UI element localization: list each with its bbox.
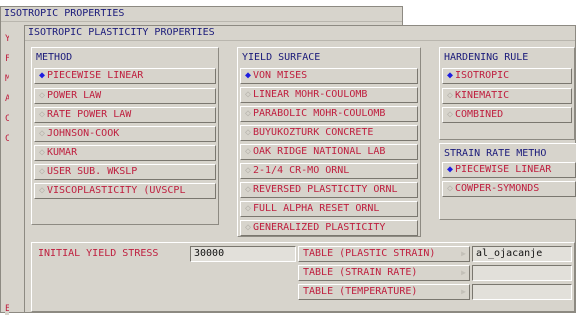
option-label: USER SUB. WKSLP: [47, 166, 138, 177]
hardening-rule-group: HARDENING RULE ◆ ISOTROPIC ◇ KINEMATIC ◇ CO…: [439, 47, 575, 140]
option-label: OAK RIDGE NATIONAL LAB: [253, 146, 386, 157]
radio-unselected-icon: ◇: [244, 146, 252, 157]
yield-option-generalized-plasticity[interactable]: ◇ GENERALIZED PLASTICITY: [240, 220, 418, 236]
back-edge-letter[interactable]: M: [5, 73, 9, 85]
radio-unselected-icon: ◇: [446, 183, 454, 194]
yield-surface-header: YIELD SURFACE: [242, 52, 321, 63]
strain-rate-option-piecewise-linear[interactable]: ◆ PIECEWISE LINEAR: [442, 162, 576, 178]
yield-option-oak-ridge[interactable]: ◇ OAK RIDGE NATIONAL LAB: [240, 144, 418, 160]
radio-unselected-icon: ◇: [38, 185, 46, 196]
method-option-kumar[interactable]: ◇ KUMAR: [34, 145, 216, 161]
table-strain-rate-button[interactable]: TABLE (STRAIN RATE) ▶: [298, 265, 470, 281]
method-option-viscoplasticity[interactable]: ◇ VISCOPLASTICITY (UVSCPL: [34, 183, 216, 199]
radio-selected-icon: ◆: [446, 164, 454, 175]
radio-unselected-icon: ◇: [244, 108, 252, 119]
option-label: PIECEWISE LINEAR: [47, 70, 144, 81]
radio-selected-icon: ◆: [244, 70, 252, 81]
table-strain-rate-field[interactable]: [472, 265, 572, 281]
option-label: PIECEWISE LINEAR: [455, 164, 552, 175]
radio-unselected-icon: ◇: [244, 89, 252, 100]
option-label: FULL ALPHA RESET ORNL: [253, 203, 380, 214]
strain-rate-method-header: STRAIN RATE METHO: [444, 148, 547, 159]
yield-option-parabolic-mohr-coulomb[interactable]: ◇ PARABOLIC MOHR-COULOMB: [240, 106, 418, 122]
back-edge-letter[interactable]: C: [5, 113, 9, 125]
hardening-option-kinematic[interactable]: ◇ KINEMATIC: [442, 88, 572, 104]
radio-unselected-icon: ◇: [38, 166, 46, 177]
radio-selected-icon: ◆: [446, 70, 454, 81]
triangle-right-icon: ▶: [461, 268, 466, 277]
radio-unselected-icon: ◇: [244, 127, 252, 138]
radio-unselected-icon: ◇: [38, 147, 46, 158]
table-plastic-strain-field[interactable]: al_ojacanje: [472, 246, 572, 262]
radio-unselected-icon: ◇: [38, 90, 46, 101]
option-label: KUMAR: [47, 147, 78, 158]
table-label: TABLE (PLASTIC STRAIN): [303, 248, 436, 259]
triangle-right-icon: ▶: [461, 287, 466, 296]
method-group: METHOD ◆ PIECEWISE LINEAR ◇ POWER LAW ◇ RAT…: [31, 47, 219, 225]
option-label: JOHNSON-COOK: [47, 128, 120, 139]
strain-rate-option-cowper-symonds[interactable]: ◇ COWPER-SYMONDS: [442, 181, 576, 197]
option-label: VON MISES: [253, 70, 308, 81]
isotropic-properties-title: ISOTROPIC PROPERTIES: [1, 7, 402, 22]
table-label: TABLE (TEMPERATURE): [303, 286, 418, 297]
option-label: GENERALIZED PLASTICITY: [253, 222, 386, 233]
radio-unselected-icon: ◇: [244, 222, 252, 233]
table-temperature-button[interactable]: TABLE (TEMPERATURE) ▶: [298, 284, 470, 300]
back-edge-letter[interactable]: E: [5, 303, 9, 315]
option-label: PARABOLIC MOHR-COULOMB: [253, 108, 386, 119]
option-label: COMBINED: [455, 109, 504, 120]
radio-unselected-icon: ◇: [244, 184, 252, 195]
option-label: ISOTROPIC: [455, 70, 510, 81]
triangle-right-icon: ▶: [461, 249, 466, 258]
option-label: 2-1/4 CR-MO ORNL: [253, 165, 350, 176]
method-option-piecewise-linear[interactable]: ◆ PIECEWISE LINEAR: [34, 68, 216, 84]
method-option-user-sub-wkslp[interactable]: ◇ USER SUB. WKSLP: [34, 164, 216, 180]
option-label: LINEAR MOHR-COULOMB: [253, 89, 368, 100]
method-header: METHOD: [36, 52, 73, 63]
initial-yield-stress-label: INITIAL YIELD STRESS: [38, 248, 159, 259]
radio-unselected-icon: ◇: [244, 203, 252, 214]
radio-unselected-icon: ◇: [446, 90, 454, 101]
radio-unselected-icon: ◇: [244, 165, 252, 176]
yield-option-linear-mohr-coulomb[interactable]: ◇ LINEAR MOHR-COULOMB: [240, 87, 418, 103]
radio-unselected-icon: ◇: [446, 109, 454, 120]
option-label: BUYUKOZTURK CONCRETE: [253, 127, 374, 138]
table-label: TABLE (STRAIN RATE): [303, 267, 418, 278]
back-edge-letter[interactable]: A: [5, 93, 9, 105]
yield-option-von-mises[interactable]: ◆ VON MISES: [240, 68, 418, 84]
initial-yield-stress-field[interactable]: 30000: [190, 246, 296, 262]
option-label: COWPER-SYMONDS: [455, 183, 540, 194]
radio-unselected-icon: ◇: [38, 109, 46, 120]
hardening-option-isotropic[interactable]: ◆ ISOTROPIC: [442, 68, 572, 84]
parameters-group: INITIAL YIELD STRESS 30000 TABLE (PLASTI…: [31, 242, 575, 312]
radio-selected-icon: ◆: [38, 70, 46, 81]
option-label: VISCOPLASTICITY (UVSCPL: [47, 185, 186, 196]
hardening-option-combined[interactable]: ◇ COMBINED: [442, 107, 572, 123]
option-label: KINEMATIC: [455, 90, 510, 101]
yield-option-buyukozturk-concrete[interactable]: ◇ BUYUKOZTURK CONCRETE: [240, 125, 418, 141]
radio-unselected-icon: ◇: [38, 128, 46, 139]
yield-surface-group: YIELD SURFACE ◆ VON MISES ◇ LINEAR MOHR-CO…: [237, 47, 421, 237]
method-option-power-law[interactable]: ◇ POWER LAW: [34, 88, 216, 104]
option-label: REVERSED PLASTICITY ORNL: [253, 184, 398, 195]
back-edge-letter[interactable]: Y: [5, 33, 9, 45]
strain-rate-method-group: STRAIN RATE METHO ◆ PIECEWISE LINEAR ◇ COW…: [439, 143, 576, 220]
hardening-rule-header: HARDENING RULE: [444, 52, 529, 63]
back-edge-letter[interactable]: F: [5, 53, 9, 65]
table-plastic-strain-button[interactable]: TABLE (PLASTIC STRAIN) ▶: [298, 246, 470, 262]
yield-option-full-alpha-reset[interactable]: ◇ FULL ALPHA RESET ORNL: [240, 201, 418, 217]
option-label: POWER LAW: [47, 90, 102, 101]
method-option-johnson-cook[interactable]: ◇ JOHNSON-COOK: [34, 126, 216, 142]
method-option-rate-power-law[interactable]: ◇ RATE POWER LAW: [34, 107, 216, 123]
table-temperature-field[interactable]: [472, 284, 572, 300]
isotropic-plasticity-title: ISOTROPIC PLASTICITY PROPERTIES: [25, 26, 575, 41]
yield-option-reversed-plasticity[interactable]: ◇ REVERSED PLASTICITY ORNL: [240, 182, 418, 198]
isotropic-plasticity-window: ISOTROPIC PLASTICITY PROPERTIES METHOD ◆…: [24, 25, 576, 313]
back-edge-letter[interactable]: C: [5, 133, 9, 145]
option-label: RATE POWER LAW: [47, 109, 132, 120]
yield-option-cr-mo-ornl[interactable]: ◇ 2-1/4 CR-MO ORNL: [240, 163, 418, 179]
